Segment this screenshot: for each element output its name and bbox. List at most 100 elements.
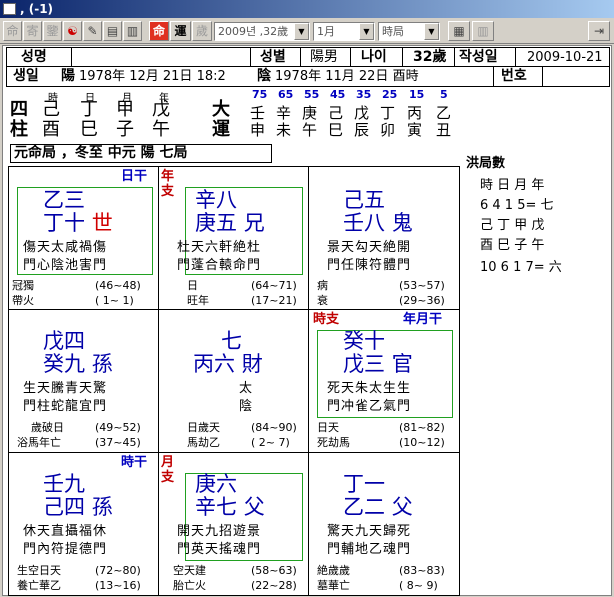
lunar-date: 1978年 11月 22日 酉時 — [275, 69, 419, 84]
year-select[interactable]: 2009년 ,32歲 ▼ — [214, 22, 310, 41]
palace-lower-text: 戊三 — [343, 352, 385, 376]
palace-footer-label: 空天建 — [173, 564, 206, 577]
palace-cell[interactable]: 日干 年支 乙三 丁十 世 傷天太咸禍傷 門心陰池害門 冠獨 (46~48) 帶… — [9, 167, 174, 310]
palace-cell[interactable]: 庚六 辛七 父 開天九招遊景 門英天搖魂門 空天建 (58~63) 胎亡火 (2… — [159, 453, 309, 596]
gender-label: 성별 — [260, 49, 286, 65]
window-title: , (-1) — [20, 2, 54, 16]
palace-footer-range: (13~16) — [95, 579, 141, 592]
daeun-branch: 寅 — [407, 121, 423, 139]
palace-stars-1: 休天直攝福休 — [23, 524, 108, 539]
palace-upper-text: 乙三 — [43, 188, 85, 212]
daeun-age: 55 — [304, 88, 320, 101]
hong-guk-row: 酉 巳 子 午 — [480, 238, 545, 253]
palace-footer-range: ( 8~ 9) — [399, 579, 438, 592]
palace-footer-label: 養亡華乙 — [17, 579, 61, 592]
palace-stars-1: 開天九招遊景 — [177, 524, 262, 539]
palace-stars-2: 門蓬合轅命門 — [177, 258, 262, 273]
grid-icon[interactable]: ▦ — [448, 21, 470, 41]
palace-footer-range: (84~90) — [251, 421, 297, 434]
daeun-stem: 戊 — [354, 104, 370, 122]
palace-tag: 時干 — [121, 455, 148, 470]
palace-footer-label: 馬劫乙 — [187, 436, 220, 449]
daeun-stem: 丙 — [407, 104, 423, 122]
table-icon[interactable]: ▥ — [123, 21, 142, 41]
palace-cell[interactable]: 時干 月支 壬九 己四 孫 休天直攝福休 門內符提德門 生空日天 (72~80)… — [9, 453, 174, 596]
hong-guk-row: 時 日 月 年 — [480, 178, 545, 193]
edit-icon[interactable]: ✎ — [83, 21, 102, 41]
chevron-down-icon[interactable]: ▼ — [359, 23, 374, 40]
palace-stars-2: 門冲雀乙氣門 — [327, 399, 412, 414]
daeun-branch: 卯 — [380, 121, 396, 139]
toolbar-button-1[interactable]: 命 — [3, 21, 22, 41]
toolbar: 命 寄 鑒 ☯ ✎ ▤ ▥ 命 運 歲 2009년 ,32歲 ▼ 1月 ▼ 時局 ▼ … — [0, 18, 614, 44]
daeun-stem: 辛 — [276, 104, 292, 122]
day-branch: 巳 — [80, 119, 98, 140]
daeun-branch: 申 — [250, 121, 266, 139]
year-luck-button[interactable]: 歲 — [192, 21, 212, 41]
palace-footer-label: 生空日天 — [17, 564, 61, 577]
palace-footer-range: ( 1~ 1) — [95, 294, 134, 307]
palace-relation: 父 — [243, 495, 265, 519]
daeun-branch: 未 — [276, 121, 292, 139]
palace-footer-range: (29~36) — [399, 294, 445, 307]
daeun-label-top: 大 — [212, 99, 230, 120]
year-branch: 午 — [152, 119, 170, 140]
palace-tag: 年月干 — [403, 312, 443, 327]
day-stem: 丁 — [80, 99, 98, 120]
palace-lower-text: 丁十 — [43, 211, 85, 235]
toolbar-button-2[interactable]: 寄 — [23, 21, 42, 41]
daeun-stem: 己 — [328, 104, 344, 122]
fate-button[interactable]: 命 — [149, 21, 169, 41]
saju-label-bottom: 柱 — [10, 119, 28, 140]
toolbar-button-3[interactable]: 鑒 — [43, 21, 62, 41]
print-icon[interactable]: ▤ — [103, 21, 122, 41]
exit-icon[interactable]: ⇥ — [588, 21, 610, 41]
daeun-stem: 壬 — [250, 104, 266, 122]
palace-lower-text: 壬八 — [343, 211, 385, 235]
palace-cell[interactable]: 辛八 庚五 兄 杜天六軒絶杜 門蓬合轅命門 日 (64~71) 旺年 (17~2… — [159, 167, 309, 310]
palace-footer-label: 衰 — [317, 294, 328, 307]
gender-value: 陽男 — [310, 49, 338, 65]
palace-upper-text: 庚六 — [195, 472, 237, 496]
palace-footer-range: (64~71) — [251, 279, 297, 292]
palace-cell[interactable]: 戊四 癸九 孫 生天騰青天驚 門柱蛇龍宜門 歲破日 (49~52) 浴馬年亡 (… — [9, 310, 159, 453]
daeun-branch: 巳 — [328, 121, 344, 139]
palace-cell[interactable]: 七 丙六 財 太 陰 日歲天 (84~90) 馬劫乙 ( 2~ 7) — [159, 310, 309, 453]
palace-stars-1: 死天朱太生生 — [327, 381, 412, 396]
luck-button[interactable]: 運 — [170, 21, 191, 41]
daeun-stem: 丁 — [380, 104, 396, 122]
palace-stars-2: 門柱蛇龍宜門 — [23, 399, 108, 414]
palace-footer-label: 墓華亡 — [317, 579, 350, 592]
palace-lower-text: 己四 — [43, 495, 85, 519]
palace-stars-2: 門英天搖魂門 — [177, 542, 262, 557]
daeun-branch: 午 — [302, 121, 318, 139]
chevron-down-icon[interactable]: ▼ — [294, 23, 309, 40]
daeun-age: 5 — [440, 88, 448, 101]
palace-footer-label: 日 — [187, 279, 198, 292]
columns-icon[interactable]: ▥ — [472, 21, 494, 41]
palace-relation: 兄 — [243, 211, 265, 235]
yin-yang-icon[interactable]: ☯ — [63, 21, 82, 41]
palace-relation: 鬼 — [391, 211, 413, 235]
palace-stars-1: 杜天六軒絶杜 — [177, 240, 262, 255]
chevron-down-icon[interactable]: ▼ — [424, 23, 439, 40]
hour-select[interactable]: 時局 ▼ — [378, 22, 440, 41]
made-date-value: 2009-10-21 — [527, 50, 603, 65]
daeun-age: 75 — [252, 88, 268, 101]
month-select[interactable]: 1月 ▼ — [313, 22, 375, 41]
palace-lower-text: 辛七 — [195, 495, 237, 519]
hour-branch: 酉 — [42, 119, 60, 140]
palace-cell[interactable]: 時支 年月干 癸十 戊三 官 死天朱太生生 門冲雀乙氣門 日天 (81~82) … — [309, 310, 459, 453]
palace-upper-text: 戊四 — [43, 329, 85, 353]
daeun-age: 25 — [382, 88, 398, 101]
palace-footer-label: 日天 — [317, 421, 339, 434]
palace-cell[interactable]: 己五 壬八 鬼 景天勾天絶開 門任陳符體門 病 (53~57) 衰 (29~36… — [309, 167, 459, 310]
palace-upper-text: 辛八 — [195, 188, 237, 212]
daeun-label-bottom: 運 — [212, 119, 230, 140]
palace-cell[interactable]: 丁一 乙二 父 驚天九天歸死 門輔地乙魂門 絶歲歲 (83~83) 墓華亡 ( … — [309, 453, 459, 596]
hong-guk-row: 己 丁 甲 戊 — [480, 218, 545, 233]
palace-relation: 孫 — [91, 495, 113, 519]
palace-footer-label: 胎亡火 — [173, 579, 206, 592]
daeun-branch: 辰 — [354, 121, 370, 139]
hong-guk-title: 洪局數 — [466, 156, 506, 171]
